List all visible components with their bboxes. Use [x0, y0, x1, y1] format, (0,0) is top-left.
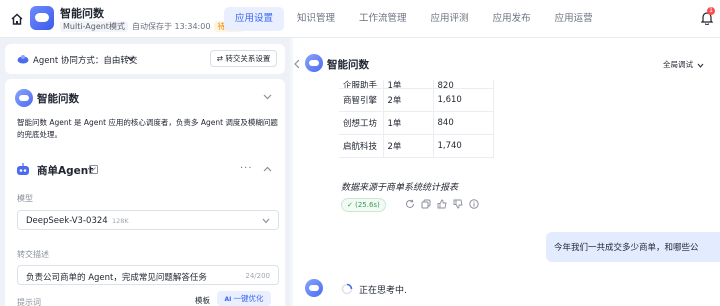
model-context-tag: 128K: [112, 217, 129, 225]
main-agent-name: 智能问数: [37, 93, 79, 105]
prompt-label: 提示词: [17, 298, 41, 306]
autosave-text: 自动保存于 13:34:00: [131, 22, 211, 31]
user-message-text: 今年我们一共成交多少商单，和哪些公: [554, 243, 699, 253]
tab-workflow[interactable]: 工作流管理: [348, 7, 418, 31]
result-table: 企服助手 1单 820 商智引擎 2单 1,610 创想工坊 1单 840 启航…: [339, 80, 494, 158]
tab-evaluation[interactable]: 应用评测: [420, 7, 480, 31]
model-label: 模型: [17, 194, 33, 203]
table-cell: 企服助手: [339, 80, 384, 89]
optimize-label: 一键优化: [233, 294, 264, 303]
table-row: 商智引擎 2单 1,610: [339, 88, 494, 112]
response-time: (25.6s): [355, 201, 380, 209]
more-options-button[interactable]: ···: [240, 163, 253, 174]
chat-panel: 智能问数 全局调试 企服助手 1单 820 商智引擎 2单 1,610 创想工坊…: [293, 38, 720, 306]
table-cell: 1,610: [433, 88, 494, 112]
loading-spinner-icon: [341, 283, 353, 295]
transfer-desc-input[interactable]: 负责公司商单的 Agent，完成常见问题解答任务 24/200: [17, 265, 279, 285]
mode-badge: Multi-Agent模式: [60, 21, 128, 32]
main-agent-avatar: [15, 89, 33, 107]
template-button[interactable]: 模板: [190, 293, 215, 306]
table-cell: 1单: [383, 80, 434, 89]
table-cell: 2单: [383, 134, 434, 158]
relation-settings-label: 转交关系设置: [225, 54, 271, 63]
app-title: 智能问数: [60, 7, 104, 20]
chevron-down-icon[interactable]: [127, 56, 135, 62]
table-row: 启航科技 2单 1,740: [339, 134, 494, 158]
table-cell: 创想工坊: [339, 111, 384, 135]
table-row: 创想工坊 1单 840: [339, 111, 494, 135]
thumbs-up-icon[interactable]: [437, 199, 447, 209]
main-agent-description: 智能问数 Agent 是 Agent 应用的核心调度者，负责多 Agent 调度…: [17, 118, 278, 139]
tab-app-settings[interactable]: 应用设置: [224, 7, 285, 31]
transfer-desc-label: 转交描述: [17, 250, 49, 259]
tab-knowledge[interactable]: 知识管理: [286, 7, 346, 31]
chevron-down-icon: [262, 218, 270, 224]
top-bar: 智能问数 Multi-Agent模式自动保存于 13:34:00待发布 应用设置…: [0, 0, 720, 38]
sub-agent-card: 商单Agent ··· 模型 DeepSeek-V3-0324 128K 转交描…: [5, 151, 285, 306]
model-select[interactable]: DeepSeek-V3-0324 128K: [17, 210, 279, 230]
app-logo: [30, 6, 54, 30]
table-cell: 商智引擎: [339, 88, 384, 112]
edit-icon[interactable]: [89, 165, 98, 174]
check-icon: ✓: [347, 201, 356, 209]
agent-icon: [17, 55, 29, 64]
info-icon[interactable]: [469, 199, 479, 209]
copy-icon[interactable]: [421, 199, 431, 209]
chevron-left-icon[interactable]: [293, 59, 301, 69]
thinking-status: 正在思考中.: [359, 286, 407, 296]
table-cell: 启航科技: [339, 134, 384, 158]
sub-agent-name: 商单Agent: [37, 165, 94, 177]
thinking-bot-avatar: [305, 279, 323, 297]
agent-config-panel: Agent 协同方式：自由转交 ⇄ 转交关系设置 智能问数 智能问数 Agent…: [0, 38, 290, 306]
refresh-icon[interactable]: [405, 199, 415, 209]
robot-icon: [17, 163, 29, 175]
collab-mode-label[interactable]: Agent 协同方式：自由转交: [33, 54, 137, 66]
transfer-desc-value: 负责公司商单的 Agent，完成常见问题解答任务: [26, 273, 207, 283]
home-icon[interactable]: [10, 12, 24, 26]
debug-mode-select[interactable]: 全局调试: [663, 59, 704, 70]
tab-publish[interactable]: 应用发布: [482, 7, 542, 31]
user-message-bubble: 今年我们一共成交多少商单，和哪些公: [546, 232, 720, 262]
table-cell: 2单: [383, 88, 434, 112]
notification-badge: 1: [707, 7, 715, 15]
chat-bot-avatar: [305, 54, 323, 72]
thumbs-down-icon[interactable]: [453, 199, 463, 209]
response-time-badge: ✓ (25.6s): [341, 198, 386, 212]
app-meta: Multi-Agent模式自动保存于 13:34:00待发布: [60, 21, 245, 32]
table-cell: 840: [433, 111, 494, 135]
table-cell: 1,740: [433, 134, 494, 158]
relation-settings-button[interactable]: ⇄ 转交关系设置: [210, 50, 277, 67]
chevron-down-icon[interactable]: [263, 94, 272, 100]
data-source-note: 数据来源于商单系统统计报表: [341, 183, 459, 193]
main-tabs: 应用设置 知识管理 工作流管理 应用评测 应用发布 应用运营: [224, 7, 606, 31]
chevron-up-icon[interactable]: [263, 166, 272, 172]
tab-operations[interactable]: 应用运营: [544, 7, 604, 31]
table-cell: 1单: [383, 111, 434, 135]
model-value: DeepSeek-V3-0324: [26, 216, 108, 226]
table-cell: 820: [433, 80, 494, 89]
transfer-desc-counter: 24/200: [245, 272, 270, 280]
optimize-button[interactable]: AI 一键优化: [217, 291, 271, 306]
chat-title: 智能问数: [327, 59, 369, 71]
agent-collab-bar: Agent 协同方式：自由转交 ⇄ 转交关系设置: [5, 44, 285, 74]
table-row: 企服助手 1单 820: [339, 80, 494, 89]
chevron-down-icon: [698, 63, 704, 68]
debug-mode-label: 全局调试: [663, 60, 693, 69]
